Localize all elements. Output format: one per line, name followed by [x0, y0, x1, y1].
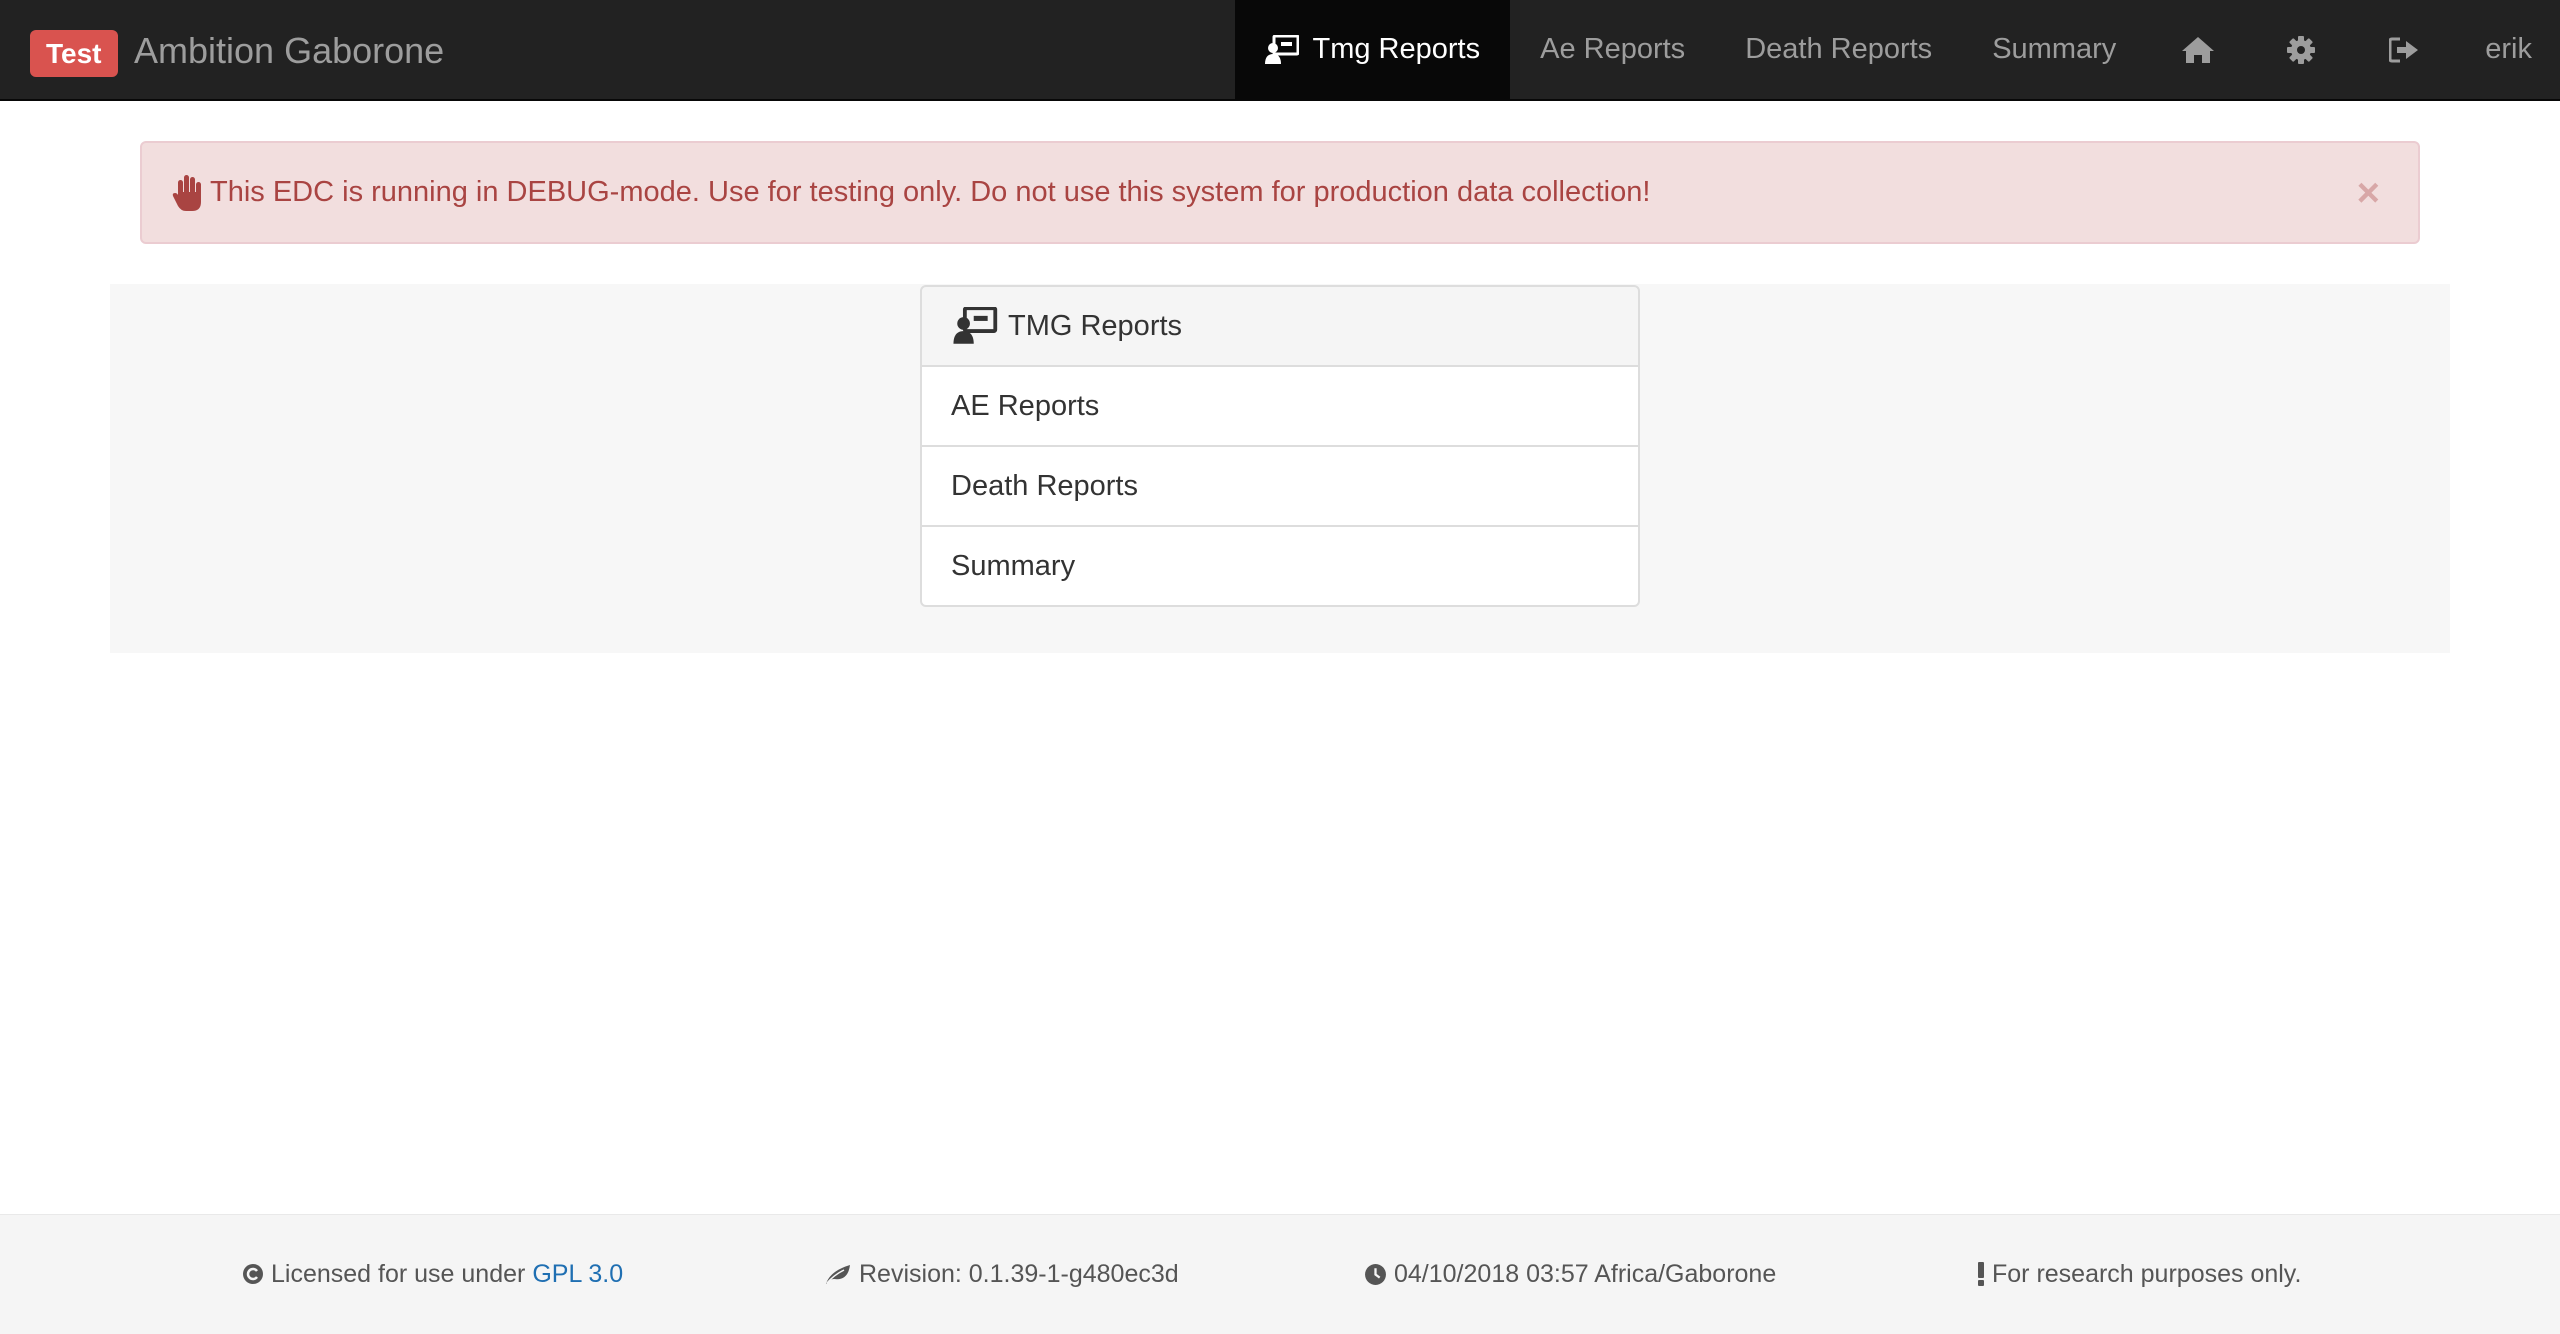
nav-label: Tmg Reports	[1312, 33, 1481, 65]
list-item-summary[interactable]: Summary	[920, 525, 1640, 607]
exclamation-icon	[1977, 1262, 1985, 1286]
copyright-icon	[242, 1263, 264, 1285]
report-user-icon	[1264, 34, 1299, 65]
nav-logout[interactable]	[2352, 0, 2455, 99]
close-icon[interactable]: ×	[2357, 173, 2380, 213]
list-item-label: AE Reports	[951, 389, 1100, 422]
nav-home[interactable]	[2146, 0, 2249, 99]
page-footer: Licensed for use under GPL 3.0 Revision:…	[0, 1214, 2560, 1334]
debug-alert: This EDC is running in DEBUG-mode. Use f…	[140, 141, 2420, 244]
list-header-tmg-reports[interactable]: TMG Reports	[920, 285, 1640, 367]
report-user-icon	[952, 307, 998, 345]
nav-ae-reports[interactable]: Ae Reports	[1510, 0, 1715, 99]
reports-list: TMG Reports AE Reports Death Reports Sum…	[920, 285, 1640, 607]
list-item-ae-reports[interactable]: AE Reports	[920, 365, 1640, 447]
nav-summary[interactable]: Summary	[1962, 0, 2146, 99]
nav-menu: Tmg Reports Ae Reports Death Reports Sum…	[1234, 0, 2560, 99]
nav-user[interactable]: erik	[2455, 0, 2560, 99]
list-header-label: TMG Reports	[1008, 309, 1183, 342]
username: erik	[2485, 33, 2532, 65]
environment-badge: Test	[30, 30, 118, 77]
license-text: Licensed for use under	[271, 1260, 526, 1288]
list-item-label: Summary	[951, 549, 1076, 582]
footer-datetime: 04/10/2018 03:57 Africa/Gaborone	[1364, 1259, 1776, 1289]
nav-settings[interactable]	[2249, 0, 2352, 99]
list-item-label: Death Reports	[951, 469, 1138, 502]
nav-label: Death Reports	[1745, 33, 1933, 65]
hand-stop-icon	[172, 174, 204, 212]
leaf-icon	[824, 1263, 852, 1285]
footer-revision: Revision: 0.1.39-1-g480ec3d	[824, 1259, 1179, 1289]
list-item-death-reports[interactable]: Death Reports	[920, 445, 1640, 527]
footer-research: For research purposes only.	[1977, 1259, 2301, 1289]
nav-label: Summary	[1992, 33, 2117, 65]
top-navbar: Test Ambition Gaborone Tmg Reports Ae Re…	[0, 0, 2560, 101]
nav-tmg-reports[interactable]: Tmg Reports	[1234, 0, 1511, 99]
brand-title[interactable]: Ambition Gaborone	[134, 27, 444, 75]
nav-label: Ae Reports	[1540, 33, 1686, 65]
research-text: For research purposes only.	[1992, 1260, 2302, 1288]
license-link[interactable]: GPL 3.0	[532, 1259, 623, 1289]
datetime-text: 04/10/2018 03:57 Africa/Gaborone	[1394, 1260, 1777, 1288]
gear-icon	[2286, 35, 2315, 64]
home-icon	[2181, 36, 2215, 64]
alert-message: This EDC is running in DEBUG-mode. Use f…	[210, 176, 1651, 208]
footer-license: Licensed for use under GPL 3.0	[242, 1259, 623, 1289]
clock-icon	[1364, 1263, 1387, 1286]
revision-text: Revision: 0.1.39-1-g480ec3d	[859, 1260, 1179, 1288]
logout-icon	[2388, 37, 2419, 63]
nav-death-reports[interactable]: Death Reports	[1715, 0, 1962, 99]
